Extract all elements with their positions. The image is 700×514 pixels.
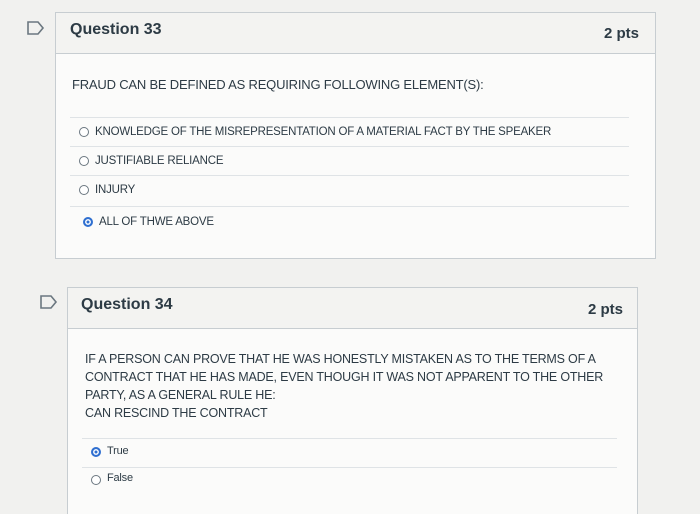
question-title: Question 34 <box>81 296 173 313</box>
question-points: 2 pts <box>587 301 623 318</box>
question-text-line: PARTY, AS A GENERAL RULE HE: <box>85 388 276 402</box>
flag-question-icon[interactable] <box>40 295 58 309</box>
question-text: IF A PERSON CAN PROVE THAT HE WAS HONEST… <box>85 350 603 422</box>
question-text: FRAUD CAN BE DEFINED AS REQUIRING FOLLOW… <box>72 77 484 92</box>
question-title: Question 33 <box>70 21 162 38</box>
answer-label: ALL OF THWE ABOVE <box>99 216 214 228</box>
radio-button[interactable] <box>91 475 101 485</box>
answer-option[interactable]: KNOWLEDGE OF THE MISREPRESENTATION OF A … <box>70 117 629 147</box>
answer-option[interactable]: JUSTIFIABLE RELIANCE <box>70 146 629 176</box>
answer-label: JUSTIFIABLE RELIANCE <box>95 155 224 167</box>
question-points: 2 pts <box>603 25 639 42</box>
answer-option[interactable]: False <box>82 467 617 497</box>
question-text-line: IF A PERSON CAN PROVE THAT HE WAS HONEST… <box>85 352 596 366</box>
answer-option[interactable]: True <box>82 438 617 468</box>
question-34-card: Question 34 2 pts IF A PERSON CAN PROVE … <box>67 287 638 514</box>
radio-button[interactable] <box>79 185 89 195</box>
question-header: Question 34 2 pts <box>68 288 637 329</box>
answer-option[interactable]: INJURY <box>70 175 629 205</box>
question-33-card: Question 33 2 pts FRAUD CAN BE DEFINED A… <box>55 12 656 259</box>
radio-button[interactable] <box>79 127 89 137</box>
answer-label: False <box>107 472 133 484</box>
question-header: Question 33 2 pts <box>56 13 655 54</box>
flag-question-icon[interactable] <box>27 21 45 35</box>
answer-label: INJURY <box>95 184 136 196</box>
radio-button[interactable] <box>79 156 89 166</box>
answer-option[interactable]: ALL OF THWE ABOVE <box>70 206 629 236</box>
answer-label: KNOWLEDGE OF THE MISREPRESENTATION OF A … <box>95 126 552 138</box>
radio-button-selected[interactable] <box>91 447 101 457</box>
answer-label: True <box>107 445 129 457</box>
question-text-line: CONTRACT THAT HE HAS MADE, EVEN THOUGH I… <box>85 370 604 384</box>
question-text-line: CAN RESCIND THE CONTRACT <box>85 406 268 420</box>
radio-button-selected[interactable] <box>83 217 93 227</box>
